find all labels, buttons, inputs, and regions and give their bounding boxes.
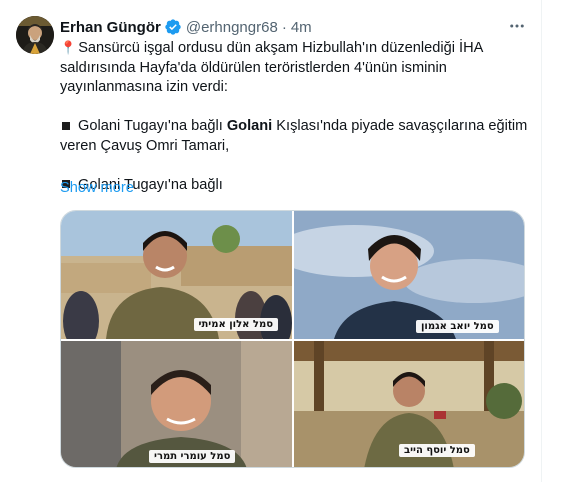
verified-badge-icon <box>164 18 182 36</box>
show-more-link[interactable]: Show more <box>60 180 134 196</box>
bullet-text-bold: Golani <box>226 118 273 134</box>
media-photo-3[interactable]: סמל עומרי תמרי <box>61 341 292 467</box>
tweet-line-text: Sansürcü işgal ordusu dün akşam Hizbulla… <box>78 40 484 56</box>
author-handle[interactable]: @erhngngr68 <box>186 19 278 36</box>
bullet-text-pre: Golani Tugayı'na bağlı <box>78 118 227 134</box>
tweet-text: 📍 Sansürcü işgal ordusu dün akşam Hizbull… <box>60 38 530 195</box>
tweet-card[interactable]: Erhan Güngör @erhngngr68 · 4m 📍 Sansürcü … <box>0 0 542 482</box>
photo-caption: סמל עומרי תמרי <box>149 450 236 463</box>
tweet-timestamp[interactable]: 4m <box>291 19 312 36</box>
more-options-button[interactable] <box>505 14 529 38</box>
bullet-text-post: Kışlası'nda piyade savaşçılarına eğitim <box>272 118 528 134</box>
media-photo-4[interactable]: סמל יוסף הייב <box>294 341 524 467</box>
photo-caption: סמל יואב אגמון <box>416 320 499 333</box>
author-display-name[interactable]: Erhan Güngör <box>60 19 161 36</box>
separator-dot: · <box>281 18 287 36</box>
bullet-item: Golani Tugayı'na bağlı Golani Kışlası'nd… <box>60 117 530 137</box>
media-photo-1[interactable]: סמל אלון אמיתי <box>61 211 292 339</box>
photo-caption: סמל אלון אמיתי <box>193 318 278 331</box>
tweet-line: 📍 Sansürcü işgal ordusu dün akşam Hizbull… <box>60 38 530 59</box>
tweet-header: Erhan Güngör @erhngngr68 · 4m <box>60 17 312 37</box>
tweet-line: veren Çavuş Omri Tamari, <box>60 137 230 154</box>
media-photo-2[interactable]: סמל יואב אגמון <box>294 211 524 339</box>
tweet-line: saldırısında Hayfa'da öldürülen terörist… <box>60 59 447 76</box>
media-grid: סמל אלון אמיתי סמל יואב אגמון סמל עומרי … <box>60 210 525 468</box>
round-pushpin-icon: 📍 <box>60 40 77 55</box>
author-avatar[interactable] <box>16 16 54 54</box>
tweet-line: yayınlanmasına izin verdi: <box>60 79 228 95</box>
photo-caption: סמל יוסף הייב <box>399 444 475 457</box>
bullet-square-icon <box>62 121 70 130</box>
ellipsis-horizontal-icon <box>510 24 524 28</box>
